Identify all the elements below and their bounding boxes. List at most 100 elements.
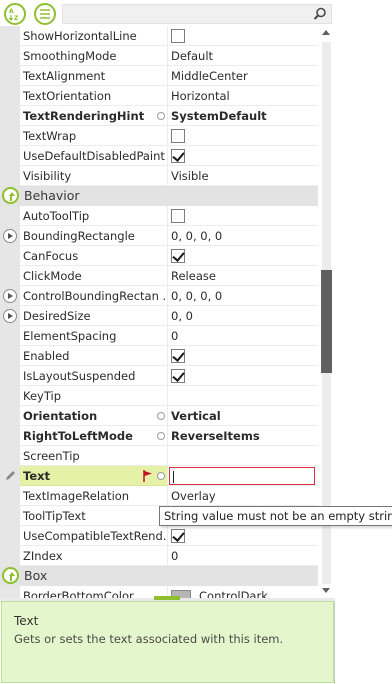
- magnifier-icon[interactable]: [313, 7, 327, 21]
- property-name: DesiredSize: [20, 306, 168, 326]
- expand-icon[interactable]: [3, 289, 17, 303]
- value-checkbox[interactable]: [171, 529, 185, 543]
- value-checkbox[interactable]: [171, 349, 185, 363]
- property-row[interactable]: BoundingRectangle 0, 0, 0, 0: [0, 226, 318, 246]
- reset-value-icon[interactable]: [157, 472, 165, 480]
- row-gutter: [0, 406, 20, 426]
- row-gutter: [0, 286, 20, 306]
- property-row[interactable]: TextWrap: [0, 126, 318, 146]
- property-value[interactable]: 0, 0, 0, 0: [168, 286, 318, 306]
- value-text: Overlay: [171, 489, 216, 503]
- value-checkbox[interactable]: [171, 129, 185, 143]
- property-name: TextImageRelation: [20, 486, 168, 506]
- value-text: SystemDefault: [171, 109, 267, 123]
- expand-icon[interactable]: [3, 229, 17, 243]
- value-checkbox[interactable]: [171, 369, 185, 383]
- category-behavior[interactable]: Behavior: [0, 186, 318, 206]
- property-row[interactable]: TextAlignment MiddleCenter: [0, 66, 318, 86]
- row-gutter: [0, 486, 20, 506]
- property-row[interactable]: TextOrientation Horizontal: [0, 86, 318, 106]
- property-row[interactable]: TextRenderingHint SystemDefault: [0, 106, 318, 126]
- property-value[interactable]: 0, 0, 0, 0: [168, 226, 318, 246]
- property-value[interactable]: Overlay: [168, 486, 318, 506]
- row-gutter: [0, 126, 20, 146]
- property-value[interactable]: [168, 386, 318, 406]
- help-title: Text: [14, 614, 39, 628]
- splitter-grip[interactable]: [154, 596, 180, 600]
- property-value[interactable]: [168, 346, 318, 366]
- property-row[interactable]: SmoothingMode Default: [0, 46, 318, 66]
- property-row[interactable]: ShowHorizontalLine: [0, 26, 318, 46]
- property-value[interactable]: Vertical: [168, 406, 318, 426]
- property-value[interactable]: [168, 526, 318, 546]
- property-value[interactable]: ControlDark: [168, 586, 318, 598]
- property-row[interactable]: ElementSpacing 0: [0, 326, 318, 346]
- property-name: Orientation: [20, 406, 168, 426]
- property-value[interactable]: 0: [168, 326, 318, 346]
- property-row[interactable]: Text: [0, 466, 318, 486]
- property-value[interactable]: [168, 206, 318, 226]
- property-name: IsLayoutSuspended: [20, 366, 168, 386]
- property-row[interactable]: UseDefaultDisabledPaint: [0, 146, 318, 166]
- scroll-thumb[interactable]: [321, 269, 332, 373]
- collapse-icon[interactable]: [2, 187, 19, 204]
- property-row[interactable]: ClickMode Release: [0, 266, 318, 286]
- value-checkbox[interactable]: [171, 209, 185, 223]
- property-row[interactable]: Orientation Vertical: [0, 406, 318, 426]
- categorized-sort-icon[interactable]: A Z: [4, 3, 26, 25]
- property-row[interactable]: CanFocus: [0, 246, 318, 266]
- property-row[interactable]: RightToLeftMode ReverseItems: [0, 426, 318, 446]
- property-row[interactable]: DesiredSize 0, 0: [0, 306, 318, 326]
- property-value[interactable]: SystemDefault: [168, 106, 318, 126]
- row-gutter: [0, 546, 20, 566]
- property-value[interactable]: [168, 126, 318, 146]
- property-row[interactable]: AutoToolTip: [0, 206, 318, 226]
- value-text: 0, 0, 0, 0: [171, 289, 223, 303]
- row-gutter: [0, 446, 20, 466]
- property-row[interactable]: IsLayoutSuspended: [0, 366, 318, 386]
- property-row[interactable]: ZIndex 0: [0, 546, 318, 566]
- property-value[interactable]: MiddleCenter: [168, 66, 318, 86]
- collapse-icon[interactable]: [2, 567, 19, 584]
- reset-value-icon[interactable]: [157, 112, 165, 120]
- property-row[interactable]: ControlBoundingRectan ... 0, 0, 0, 0: [0, 286, 318, 306]
- row-gutter: [0, 26, 20, 46]
- property-row[interactable]: Enabled: [0, 346, 318, 366]
- property-name: ZIndex: [20, 546, 168, 566]
- property-value[interactable]: [168, 366, 318, 386]
- property-value[interactable]: Visible: [168, 166, 318, 186]
- property-row[interactable]: Visibility Visible: [0, 166, 318, 186]
- property-value[interactable]: Default: [168, 46, 318, 66]
- value-text: Release: [171, 269, 216, 283]
- property-value[interactable]: ReverseItems: [168, 426, 318, 446]
- expand-icon[interactable]: [3, 309, 17, 323]
- property-value[interactable]: 0, 0: [168, 306, 318, 326]
- scroll-down-icon[interactable]: [322, 588, 330, 593]
- category-box[interactable]: Box: [0, 566, 318, 586]
- property-value[interactable]: Release: [168, 266, 318, 286]
- search-input[interactable]: [62, 4, 332, 24]
- value-text: 0, 0, 0, 0: [171, 229, 223, 243]
- reset-value-icon[interactable]: [157, 412, 165, 420]
- row-gutter: [0, 206, 20, 226]
- property-value[interactable]: Horizontal: [168, 86, 318, 106]
- property-name: ScreenTip: [20, 446, 168, 466]
- alphabetical-sort-icon[interactable]: [34, 3, 56, 25]
- property-value[interactable]: [168, 146, 318, 166]
- value-checkbox[interactable]: [171, 29, 185, 43]
- property-row[interactable]: ScreenTip: [0, 446, 318, 466]
- property-row[interactable]: TextImageRelation Overlay: [0, 486, 318, 506]
- reset-value-icon[interactable]: [157, 432, 165, 440]
- row-gutter: [0, 466, 20, 486]
- property-value[interactable]: [168, 246, 318, 266]
- value-checkbox[interactable]: [171, 249, 185, 263]
- text-editor-input[interactable]: [169, 467, 315, 485]
- property-row[interactable]: KeyTip: [0, 386, 318, 406]
- property-value[interactable]: [168, 466, 318, 486]
- property-value[interactable]: 0: [168, 546, 318, 566]
- scroll-up-icon[interactable]: [322, 30, 330, 35]
- property-value[interactable]: [168, 446, 318, 466]
- value-checkbox[interactable]: [171, 149, 185, 163]
- property-row[interactable]: UseCompatibleTextRend...: [0, 526, 318, 546]
- property-value[interactable]: [168, 26, 318, 46]
